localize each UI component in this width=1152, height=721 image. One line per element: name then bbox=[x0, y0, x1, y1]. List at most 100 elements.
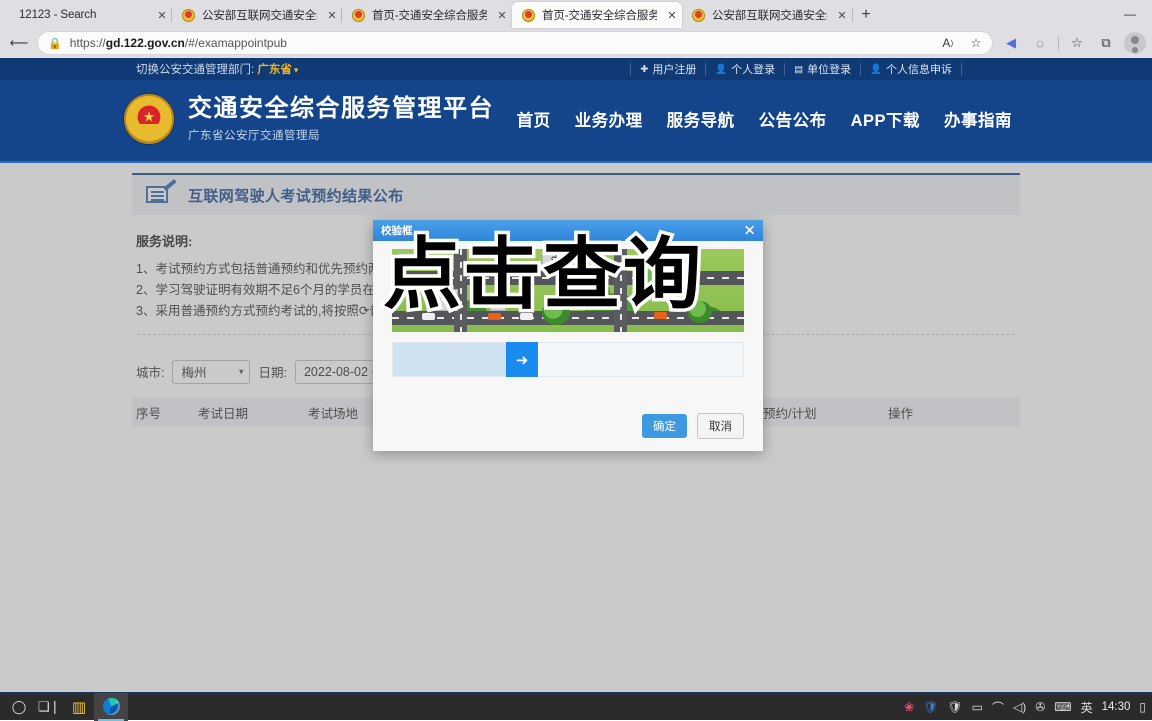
modal-footer: 确定 取消 bbox=[642, 413, 744, 439]
police-emblem-favicon bbox=[522, 8, 535, 22]
browser-tab-1[interactable]: 公安部互联网交通安全综合服务 ✕ bbox=[171, 2, 342, 28]
city-label: 城市: bbox=[136, 366, 165, 380]
taskbar-clock[interactable]: 14:30 bbox=[1102, 701, 1131, 713]
lock-icon: 🔒 bbox=[48, 37, 62, 50]
user-icon: 👤 bbox=[870, 63, 882, 75]
extension-icon[interactable]: ◀ bbox=[998, 31, 1024, 55]
tab-close-button[interactable]: ✕ bbox=[324, 7, 340, 23]
date-label: 日期: bbox=[258, 366, 287, 380]
site-brand: 交通安全综合服务管理平台 广东省公安厅交通管理局 bbox=[188, 95, 494, 143]
police-emblem-favicon bbox=[182, 8, 195, 22]
site-subtitle: 广东省公安厅交通管理局 bbox=[188, 129, 320, 142]
tab-title: 公安部互联网交通安全综合服务 bbox=[712, 10, 827, 22]
browser-tab-3-active[interactable]: 首页-交通安全综合服务平台 ✕ bbox=[512, 2, 682, 28]
url-text: https://gd.122.gov.cn/#/examappointpub bbox=[69, 36, 287, 50]
tab-divider bbox=[852, 8, 853, 22]
tab-title: 公安部互联网交通安全综合服务 bbox=[202, 10, 317, 22]
close-icon[interactable]: ✕ bbox=[743, 223, 756, 238]
link-company-login[interactable]: ▤ 单位登录 bbox=[785, 62, 862, 76]
minimize-button[interactable]: — bbox=[1108, 0, 1152, 28]
keyboard-tray-icon[interactable]: ⌨ bbox=[1054, 700, 1071, 714]
battery-tray-icon[interactable]: ▭ bbox=[972, 700, 983, 714]
link-label: 用户注册 bbox=[652, 64, 697, 76]
page-title: 互联网驾驶人考试预约结果公布 bbox=[188, 187, 404, 205]
link-label: 单位登录 bbox=[807, 64, 852, 76]
address-bar[interactable]: 🔒 https://gd.122.gov.cn/#/examappointpub… bbox=[37, 31, 993, 55]
switch-department[interactable]: 切换公安交通管理部门: 广东省 ▾ bbox=[136, 61, 298, 77]
panel-title-bar: 互联网驾驶人考试预约结果公布 bbox=[132, 173, 1020, 215]
nav-item-home[interactable]: 首页 bbox=[517, 107, 551, 131]
tab-title: 首页-交通安全综合服务平台 bbox=[542, 10, 657, 22]
plus-icon: + bbox=[861, 6, 871, 23]
user-icon: 👤 bbox=[715, 63, 728, 75]
notification-icon[interactable]: ▯ bbox=[1139, 700, 1146, 714]
exam-document-icon bbox=[146, 178, 177, 206]
tab-title: 首页-交通安全综合服务平台 bbox=[372, 10, 487, 22]
wifi-tray-icon[interactable]: ⌒ bbox=[992, 699, 1004, 716]
link-user-register[interactable]: ✚ 用户注册 bbox=[630, 62, 707, 76]
back-arrow-icon[interactable]: ⟵ bbox=[6, 31, 32, 55]
browser-tab-4[interactable]: 公安部互联网交通安全综合服务 ✕ bbox=[682, 2, 852, 28]
tab-close-button[interactable]: ✕ bbox=[154, 7, 170, 23]
link-label: 个人登录 bbox=[731, 64, 776, 76]
instruction-caption-overlay: 点击查询 bbox=[379, 230, 704, 320]
site-header: 交通安全综合服务管理平台 广东省公安厅交通管理局 首页 业务办理 服务导航 公告… bbox=[0, 80, 1152, 158]
microsoft-edge-icon[interactable] bbox=[94, 692, 128, 721]
nav-item-service-guide[interactable]: 服务导航 bbox=[667, 107, 735, 131]
chevron-down-icon: ▾ bbox=[293, 65, 299, 75]
link-personal-login[interactable]: 👤 个人登录 bbox=[706, 62, 786, 76]
windows-taskbar: ◯ ❏❘ ▥ ❀ 🛡 🛡 ▭ ⌒ ◁) ✇ ⌨ 英 14:30 ▯ bbox=[0, 692, 1152, 721]
read-aloud-icon[interactable]: A ⟩ bbox=[938, 36, 958, 50]
shield-blue-tray-icon[interactable]: 🛡 bbox=[923, 700, 938, 714]
nav-item-announcements[interactable]: 公告公布 bbox=[759, 107, 827, 131]
browser-essentials-icon[interactable]: ◌ bbox=[1027, 31, 1053, 55]
plus-icon: ✚ bbox=[640, 63, 649, 75]
tab-divider bbox=[171, 8, 172, 22]
sticky-notes-icon[interactable]: ▥ bbox=[64, 693, 94, 721]
chevron-down-icon: ▾ bbox=[238, 366, 244, 376]
nav-item-business[interactable]: 业务办理 bbox=[575, 107, 643, 131]
building-icon: ▤ bbox=[794, 63, 804, 75]
window-controls: — bbox=[1108, 0, 1152, 28]
link-personal-appeal[interactable]: 👤 个人信息申诉 bbox=[861, 62, 962, 76]
city-value: 梅州 bbox=[181, 366, 207, 380]
split-screen-icon[interactable]: ⧉ bbox=[1093, 31, 1119, 55]
security-shield-tray-icon[interactable]: 🛡 bbox=[947, 700, 962, 714]
page-viewport: 切换公安交通管理部门: 广东省▾ ✚ 用户注册 👤 个人登录 ▤ 单位登录 👤 bbox=[0, 58, 1152, 692]
city-select[interactable]: 梅州 ▾ bbox=[172, 359, 251, 384]
tab-strip: 12123 - Search ✕ 公安部互联网交通安全综合服务 ✕ 首页-交通安… bbox=[0, 0, 1152, 28]
captcha-slider-fill bbox=[393, 343, 506, 376]
tab-title: 12123 - Search bbox=[19, 9, 97, 21]
browser-tab-0[interactable]: 12123 - Search ✕ bbox=[2, 2, 172, 28]
tab-close-button[interactable]: ✕ bbox=[664, 7, 680, 23]
bluetooth-tray-icon[interactable]: ✇ bbox=[1035, 700, 1045, 714]
add-favorite-icon[interactable]: ☆ bbox=[966, 36, 986, 50]
selected-province: 广东省 bbox=[257, 64, 292, 76]
ime-language-indicator[interactable]: 英 bbox=[1081, 699, 1093, 716]
captcha-slider-track[interactable]: ➜ bbox=[392, 342, 744, 377]
task-view-icon[interactable]: ❏❘ bbox=[34, 693, 64, 721]
site-title: 交通安全综合服务管理平台 bbox=[188, 95, 494, 123]
profile-avatar-icon[interactable] bbox=[1124, 32, 1146, 54]
system-tray: ❀ 🛡 🛡 ▭ ⌒ ◁) ✇ ⌨ 英 14:30 ▯ bbox=[904, 693, 1146, 721]
captcha-slider-handle[interactable]: ➜ bbox=[506, 342, 538, 377]
police-emblem-favicon bbox=[692, 8, 705, 22]
nav-item-app-download[interactable]: APP下载 bbox=[851, 107, 920, 131]
police-emblem-favicon bbox=[352, 8, 365, 22]
browser-tab-2[interactable]: 首页-交通安全综合服务平台 ✕ bbox=[341, 2, 512, 28]
new-tab-button[interactable]: + bbox=[852, 2, 880, 28]
confirm-button[interactable]: 确定 bbox=[642, 414, 687, 438]
nav-item-handling-guide[interactable]: 办事指南 bbox=[944, 107, 1012, 131]
tab-close-button[interactable]: ✕ bbox=[494, 7, 510, 23]
site-top-bar: 切换公安交通管理部门: 广东省▾ ✚ 用户注册 👤 个人登录 ▤ 单位登录 👤 bbox=[0, 58, 1152, 80]
flower-tray-icon[interactable]: ❀ bbox=[904, 700, 914, 714]
arrow-right-icon: ➜ bbox=[515, 351, 529, 369]
tab-close-button[interactable]: ✕ bbox=[834, 7, 850, 23]
collections-icon[interactable]: ☆ bbox=[1064, 31, 1090, 55]
browser-window: 12123 - Search ✕ 公安部互联网交通安全综合服务 ✕ 首页-交通安… bbox=[0, 0, 1152, 692]
volume-tray-icon[interactable]: ◁) bbox=[1013, 700, 1026, 714]
cancel-button[interactable]: 取消 bbox=[697, 413, 744, 439]
browser-toolbar: ⟵ 🔒 https://gd.122.gov.cn/#/examappointp… bbox=[0, 28, 1152, 58]
cortana-circle-icon[interactable]: ◯ bbox=[4, 693, 34, 721]
toolbar-divider bbox=[1058, 35, 1059, 51]
